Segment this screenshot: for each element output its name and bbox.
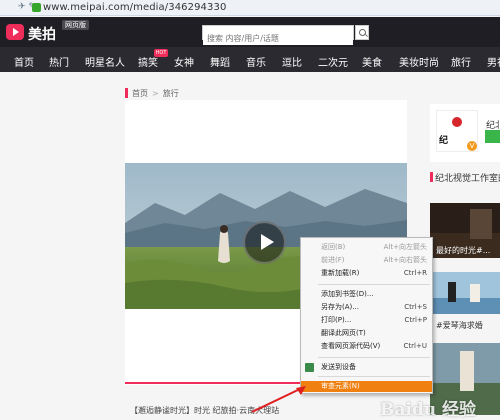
verified-badge: V <box>467 141 477 151</box>
annotation-arrow-icon <box>251 386 306 413</box>
related-section-title: 纪北视觉工作室的 <box>435 174 500 184</box>
menu-item-label: 打印(P)... <box>321 316 352 324</box>
related-thumb-2[interactable] <box>430 272 500 314</box>
nav-item-anime[interactable]: 二次元 <box>318 54 348 69</box>
menu-item-shortcut: Ctrl+U <box>403 342 427 350</box>
menu-item-label: 另存为(A)... <box>321 303 359 311</box>
menu-item-bookmark[interactable]: 添加到书签(D)... <box>301 289 432 300</box>
search-icon[interactable] <box>355 25 369 40</box>
breadcrumb-home[interactable]: 首页 <box>132 89 148 98</box>
url-text[interactable]: www.meipai.com/media/346294330 <box>43 2 226 13</box>
web-version-badge: 网页版 <box>62 20 89 30</box>
nav-item-celebrities[interactable]: 明星名人 <box>85 54 125 69</box>
menu-item-inspect-element[interactable]: 审查元素(N) <box>301 381 432 392</box>
menu-item-shortcut: Ctrl+S <box>404 303 427 311</box>
meipai-logo-icon[interactable] <box>6 24 24 40</box>
menu-item-view-source[interactable]: 查看网页源代码(V) Ctrl+U <box>301 341 432 352</box>
menu-item-shortcut: Ctrl+R <box>403 269 427 277</box>
menu-item-label: 查看网页源代码(V) <box>321 342 381 350</box>
menu-item-label: 发送到设备 <box>321 363 356 371</box>
related-thumb-1-caption[interactable]: 最好的时光#... <box>436 245 490 256</box>
nav-item-home[interactable]: 首页 <box>14 54 34 69</box>
breadcrumb-current[interactable]: 旅行 <box>163 89 179 98</box>
related-accent <box>430 172 433 182</box>
breadcrumb: 首页 > 旅行 <box>132 88 179 99</box>
menu-separator <box>318 357 430 358</box>
menu-item-label: 返回(B) <box>321 243 346 251</box>
menu-item-print[interactable]: 打印(P)... Ctrl+P <box>301 315 432 326</box>
follow-button[interactable] <box>485 130 500 143</box>
menu-item-label: 翻译此网页(T) <box>321 329 366 337</box>
nav-item-gods[interactable]: 男神 <box>487 54 500 69</box>
menu-item-send-to-device[interactable]: 发送到设备 <box>301 362 432 373</box>
menu-item-translate[interactable]: 翻译此网页(T) <box>301 328 432 339</box>
secure-lock-icon <box>32 3 41 12</box>
search-input[interactable] <box>203 32 353 45</box>
nav-item-travel[interactable]: 旅行 <box>451 54 471 69</box>
menu-item-forward[interactable]: 前进(F) Alt+向右箭头 <box>301 255 432 266</box>
nav-item-food[interactable]: 美食 <box>362 54 382 69</box>
menu-item-save-as[interactable]: 另存为(A)... Ctrl+S <box>301 302 432 313</box>
breadcrumb-accent <box>125 88 128 98</box>
nav-item-goddess[interactable]: 女神 <box>174 54 194 69</box>
menu-item-label: 审查元素(N) <box>321 382 360 390</box>
nav-item-hot[interactable]: 热门 <box>49 54 69 69</box>
baidu-watermark: Baidu 经验 <box>380 400 477 420</box>
menu-item-label: 前进(F) <box>321 256 345 264</box>
device-icon <box>305 363 314 372</box>
hot-badge: HOT <box>154 49 168 57</box>
related-thumb-2-caption[interactable]: #爱琴海求婚 <box>436 320 483 331</box>
menu-item-back[interactable]: 返回(B) Alt+向左箭头 <box>301 242 432 253</box>
menu-separator <box>318 376 430 377</box>
nav-item-beauty[interactable]: 美妆时尚 <box>399 54 439 69</box>
menu-item-shortcut: Ctrl+P <box>404 316 427 324</box>
search-box[interactable] <box>202 25 354 45</box>
nav-item-funny-2[interactable]: 逗比 <box>282 54 302 69</box>
nav-item-dance[interactable]: 舞蹈 <box>210 54 230 69</box>
menu-item-label: 添加到书签(D)... <box>321 290 374 298</box>
breadcrumb-separator: > <box>152 89 159 98</box>
play-button[interactable] <box>243 221 286 264</box>
logo-text[interactable]: 美拍 <box>28 24 56 44</box>
nav-item-music[interactable]: 音乐 <box>246 54 266 69</box>
menu-item-shortcut: Alt+向右箭头 <box>383 256 427 264</box>
menu-separator <box>318 284 430 285</box>
related-thumb-2-image <box>430 272 500 314</box>
menu-item-shortcut: Alt+向左箭头 <box>383 243 427 251</box>
menu-item-reload[interactable]: 重新加载(R) Ctrl+R <box>301 268 432 279</box>
address-bar[interactable]: ✈ ✎ www.meipai.com/media/346294330 <box>0 0 500 16</box>
menu-item-label: 重新加载(R) <box>321 269 360 277</box>
